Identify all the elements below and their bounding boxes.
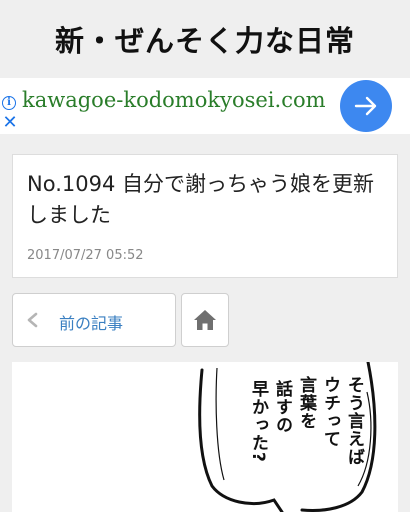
chevron-left-icon <box>27 312 38 328</box>
speech-line-1: そう言えば <box>344 376 364 466</box>
speech-line-4: 話すの <box>272 380 292 434</box>
prev-article-button[interactable]: 前の記事 <box>12 293 176 347</box>
speech-line-2: ウチって <box>320 376 340 448</box>
home-button[interactable] <box>181 293 229 347</box>
site-header: 新・ぜんそく力な日常 <box>0 0 410 78</box>
ad-open-button[interactable] <box>340 80 392 132</box>
ad-url[interactable]: kawagoe-kodomokyosei.com <box>22 88 326 112</box>
close-icon[interactable]: ✕ <box>1 114 19 132</box>
article-navigation: 前の記事 <box>0 293 410 349</box>
info-icon[interactable]: i <box>2 96 16 110</box>
speech-line-5: 早かった? <box>248 380 268 463</box>
home-icon <box>194 310 216 330</box>
article-card: No.1094 自分で謝っちゃう娘を更新しました 2017/07/27 05:5… <box>12 154 398 278</box>
speech-bubble <box>198 362 377 512</box>
speech-line-3: 言葉を <box>296 376 316 430</box>
prev-article-label: 前の記事 <box>59 314 124 333</box>
manga-panel: そう言えば ウチって 言葉を 話すの 早かった? <box>12 362 398 512</box>
site-title[interactable]: 新・ぜんそく力な日常 <box>55 18 355 60</box>
article-title[interactable]: No.1094 自分で謝っちゃう娘を更新しました <box>27 169 387 231</box>
article-date: 2017/07/27 05:52 <box>27 248 144 263</box>
arrow-right-icon <box>354 96 377 116</box>
